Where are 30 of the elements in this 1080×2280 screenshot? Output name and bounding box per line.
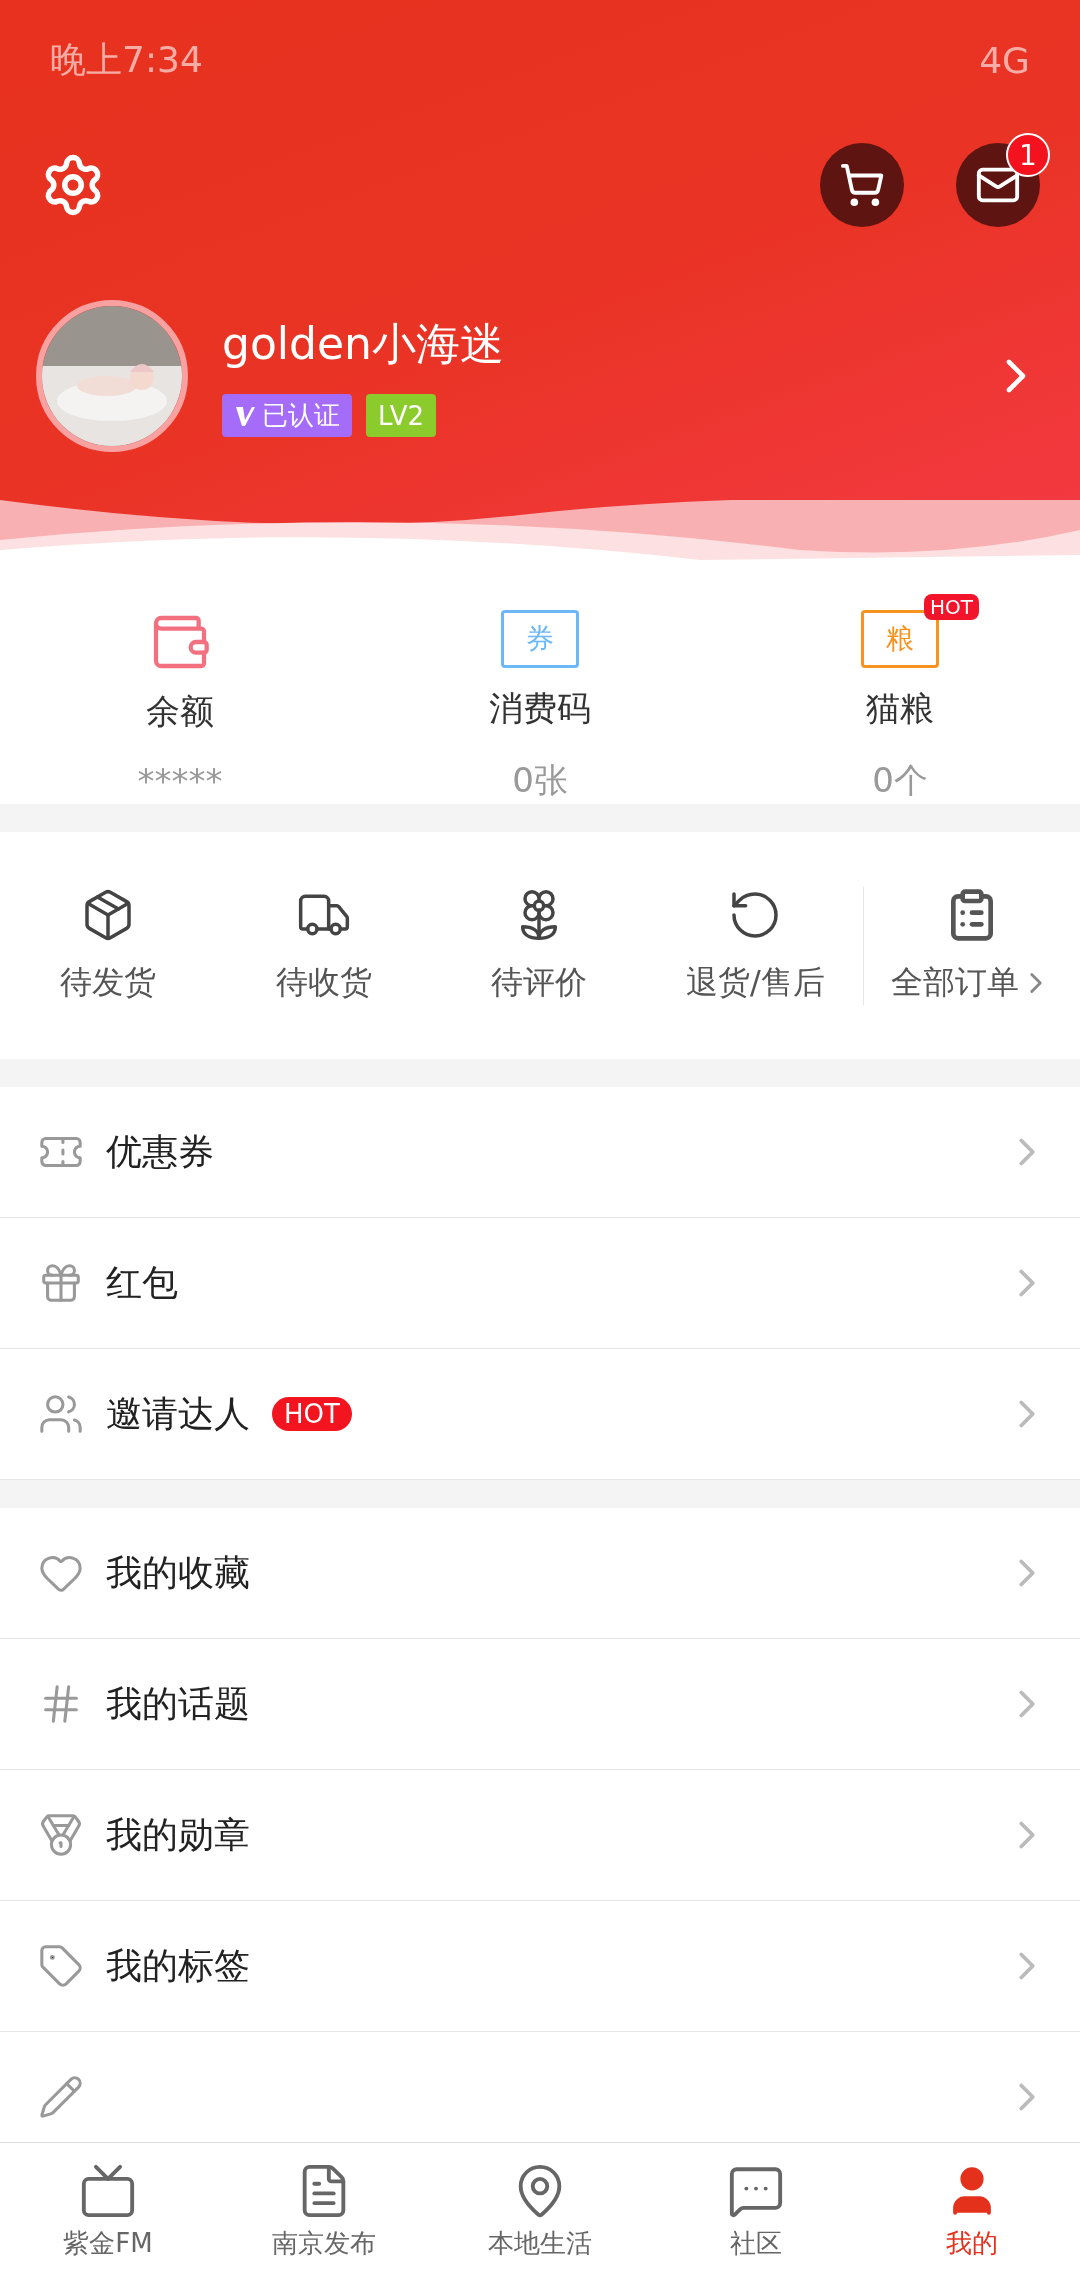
level-badge: LV2 — [366, 394, 436, 437]
order-status-button[interactable]: 待评价 — [431, 886, 648, 1005]
order-status-button[interactable]: 待发货 — [0, 886, 216, 1005]
user-name: golden小海迷 — [222, 317, 504, 371]
order-status-button[interactable]: 退货/售后 — [647, 886, 864, 1005]
nav-tab[interactable]: 南京发布 — [216, 2143, 432, 2280]
pencil-icon — [38, 2074, 84, 2120]
tag-icon — [38, 1943, 84, 1989]
hot-badge: HOT — [272, 1397, 352, 1431]
network-label: 4G — [979, 39, 1030, 81]
nav-tab[interactable]: 紫金FM — [0, 2143, 216, 2280]
stat-label: 猫粮 — [866, 687, 934, 730]
nav-tab[interactable]: 本地生活 — [432, 2143, 648, 2280]
ticket-icon: 券 — [501, 610, 579, 668]
stat-label: 余额 — [146, 690, 214, 733]
tv-icon — [79, 2162, 137, 2220]
stat-value: ***** — [137, 761, 223, 801]
message-count: 1 — [1006, 133, 1050, 177]
stat-label: 消费码 — [489, 687, 591, 730]
stat-value: 0张 — [512, 759, 568, 802]
order-status-button[interactable]: 待收货 — [215, 886, 432, 1005]
stat-value: 0个 — [872, 759, 928, 802]
status-time: 晚上7:34 — [50, 37, 203, 82]
nav-tab[interactable]: 社区 — [648, 2143, 864, 2280]
hot-badge: HOT — [924, 594, 979, 620]
nav-tab[interactable]: 我的 — [864, 2143, 1080, 2280]
all-orders-button[interactable]: 全部订单 — [863, 886, 1080, 1005]
verified-badge: 已认证 — [222, 394, 352, 437]
cart-icon — [839, 162, 885, 208]
medal-icon — [38, 1812, 84, 1858]
